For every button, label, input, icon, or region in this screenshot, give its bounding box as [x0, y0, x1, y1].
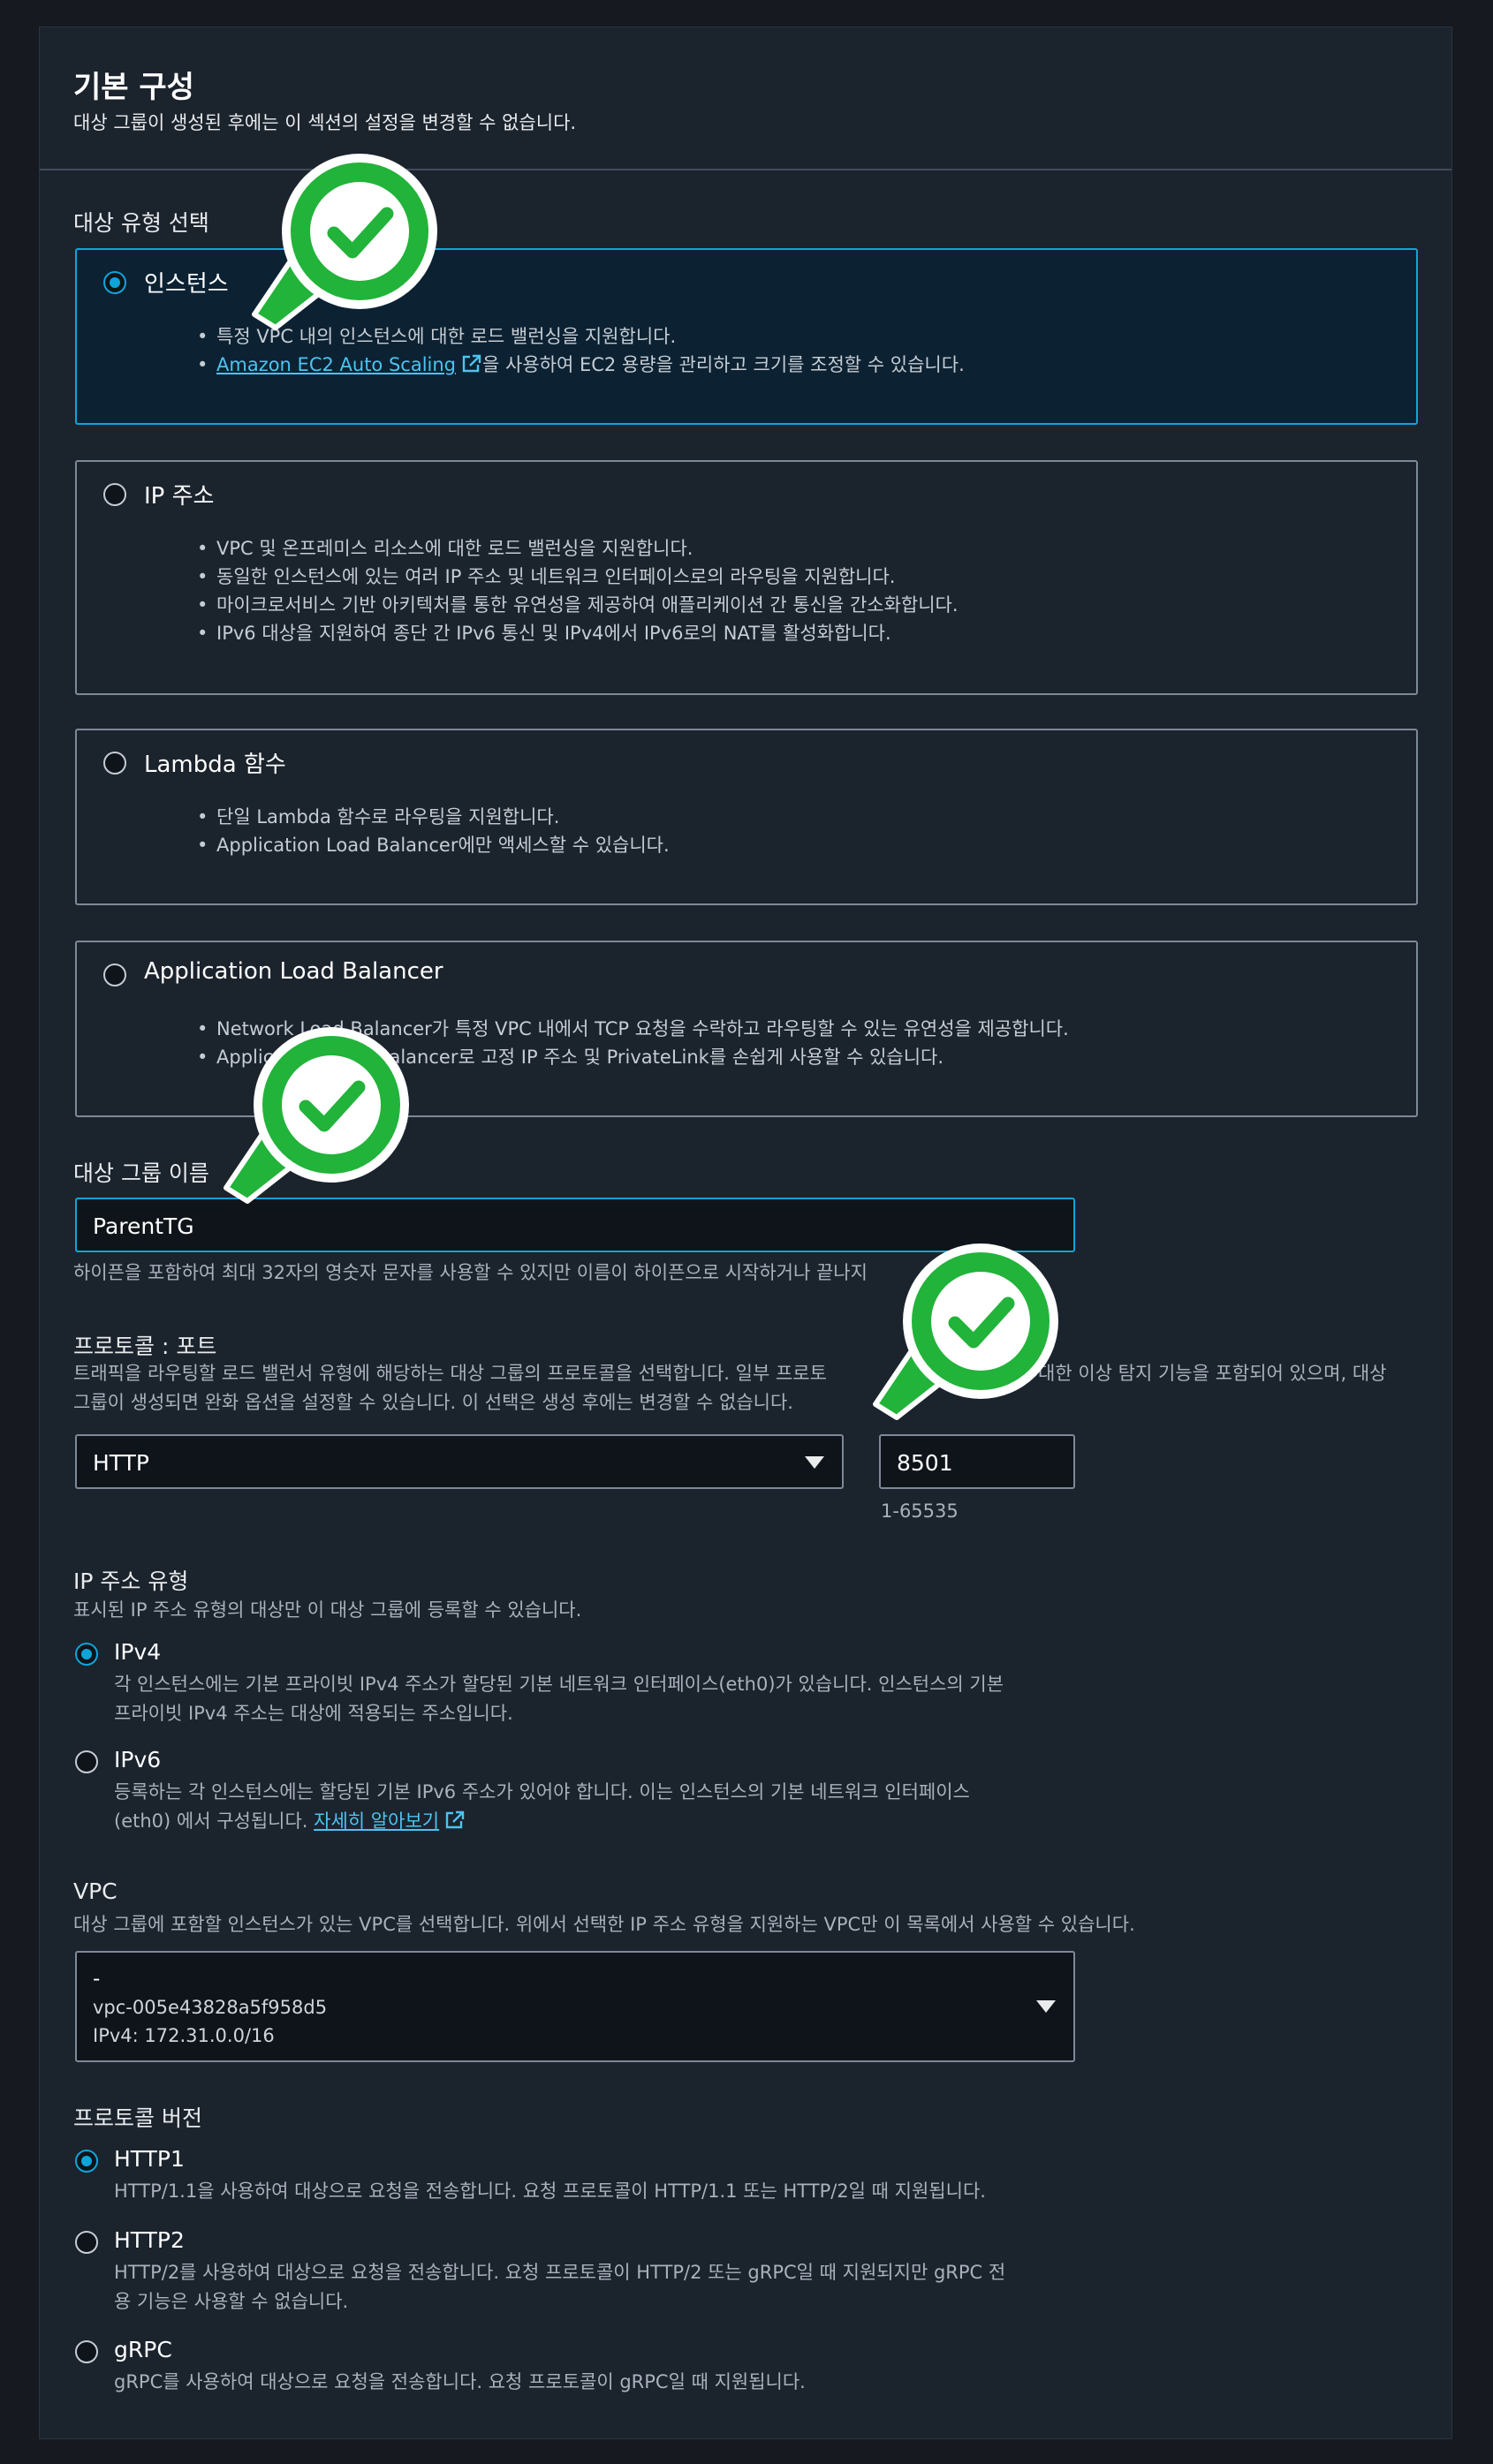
card-title-ip: IP 주소 — [144, 483, 215, 510]
radio-http2[interactable] — [75, 2231, 98, 2254]
protocol-port-hint-1: 트래픽을 라우팅할 로드 밸런서 유형에 해당하는 대상 그룹의 프로토콜을 선… — [73, 1363, 827, 1384]
radio-ipv4[interactable] — [75, 1643, 98, 1666]
vpc-label: VPC — [73, 1878, 117, 1904]
protocol-port-label: 프로토콜 : 포트 — [73, 1334, 217, 1359]
target-group-name-label: 대상 그룹 이름 — [73, 1160, 209, 1186]
card-title-alb: Application Load Balancer — [144, 958, 443, 985]
target-type-card-lambda[interactable]: Lambda 함수 단일 Lambda 함수로 라우팅을 지원합니다. Appl… — [75, 729, 1418, 905]
basic-config-panel: 기본 구성 대상 그룹이 생성된 후에는 이 섹션의 설정을 변경할 수 없습니… — [39, 26, 1452, 2439]
bullet: 동일한 인스턴스에 있는 여러 IP 주소 및 네트워크 인터페이스로의 라우팅… — [197, 563, 959, 591]
vpc-select[interactable]: - vpc-005e43828a5f958d5 IPv4: 172.31.0.0… — [75, 1951, 1075, 2062]
bullet: 단일 Lambda 함수로 라우팅을 지원합니다. — [197, 803, 670, 831]
port-range-hint: 1-65535 — [881, 1500, 959, 1522]
protocol-version-label: 프로토콜 버전 — [73, 2105, 202, 2131]
ipv6-title: IPv6 — [114, 1747, 162, 1772]
bullet: IPv6 대상을 지원하여 종단 간 IPv6 통신 및 IPv4에서 IPv6… — [197, 619, 959, 647]
external-link-icon[interactable] — [461, 354, 482, 374]
http1-title: HTTP1 — [114, 2146, 185, 2172]
ip-type-label: IP 주소 유형 — [73, 1568, 189, 1594]
http2-desc-2: 용 기능은 사용할 수 없습니다. — [114, 2291, 349, 2312]
radio-alb[interactable] — [103, 964, 126, 986]
page-subtitle: 대상 그룹이 생성된 후에는 이 섹션의 설정을 변경할 수 없습니다. — [73, 112, 577, 133]
learn-more-link[interactable]: 자세히 알아보기 — [314, 1810, 439, 1832]
vpc-cidr: IPv4: 172.31.0.0/16 — [93, 2025, 275, 2046]
bullet: 마이크로서비스 기반 아키텍처를 통한 유연성을 제공하여 애플리케이션 간 통… — [197, 591, 959, 619]
radio-http1[interactable] — [75, 2150, 98, 2173]
protocol-port-hint-2: 그룹이 생성되면 완화 옵션을 설정할 수 있습니다. 이 선택은 생성 후에는… — [73, 1392, 793, 1413]
radio-grpc[interactable] — [75, 2340, 98, 2363]
http2-desc-1: HTTP/2를 사용하여 대상으로 요청을 전송합니다. 요청 프로토콜이 HT… — [114, 2262, 1006, 2283]
ipv4-desc-1: 각 인스턴스에는 기본 프라이빗 IPv4 주소가 할당된 기본 네트워크 인터… — [114, 1674, 1004, 1695]
caret-down-icon — [1036, 2000, 1056, 2013]
vpc-id: vpc-005e43828a5f958d5 — [93, 1997, 328, 2018]
bullet: Application Load Balancer에만 액세스할 수 있습니다. — [197, 831, 670, 859]
radio-ip[interactable] — [103, 483, 126, 506]
port-input[interactable]: 8501 — [879, 1434, 1075, 1489]
protocol-port-hint-1b: 대한 이상 탐지 기능을 포함되어 있으며, 대상 — [1038, 1363, 1387, 1384]
page-title: 기본 구성 — [73, 70, 194, 105]
card-title-instance: 인스턴스 — [144, 271, 229, 298]
bullet-autoscaling: Amazon EC2 Auto Scaling 을 사용하여 EC2 용량을 관리… — [197, 351, 965, 379]
radio-lambda[interactable] — [103, 752, 126, 775]
bullet: VPC 및 온프레미스 리소스에 대한 로드 밸런싱을 지원합니다. — [197, 534, 959, 563]
vpc-name: - — [93, 1968, 101, 1991]
protocol-select[interactable]: HTTP — [75, 1434, 844, 1489]
check-badge-icon — [224, 1027, 409, 1204]
vpc-hint: 대상 그룹에 포함할 인스턴스가 있는 VPC를 선택합니다. 위에서 선택한 … — [73, 1914, 1135, 1935]
ipv6-desc-1: 등록하는 각 인스턴스에는 할당된 기본 IPv6 주소가 있어야 합니다. 이… — [114, 1781, 970, 1803]
autoscaling-suffix: 을 사용하여 EC2 용량을 관리하고 크기를 조정할 수 있습니다. — [482, 354, 965, 375]
card-title-lambda: Lambda 함수 — [144, 752, 286, 778]
caret-down-icon — [805, 1456, 824, 1469]
ipv6-desc-2-text: (eth0) 에서 구성됩니다. — [114, 1810, 308, 1832]
grpc-title: gRPC — [114, 2337, 172, 2362]
autoscaling-link[interactable]: Amazon EC2 Auto Scaling — [216, 354, 456, 375]
radio-instance[interactable] — [103, 271, 126, 294]
http2-title: HTTP2 — [114, 2227, 185, 2253]
target-type-card-ip[interactable]: IP 주소 VPC 및 온프레미스 리소스에 대한 로드 밸런싱을 지원합니다.… — [75, 460, 1418, 695]
grpc-desc: gRPC를 사용하여 대상으로 요청을 전송합니다. 요청 프로토콜이 gRPC… — [114, 2371, 806, 2392]
protocol-value: HTTP — [93, 1450, 149, 1476]
target-type-label: 대상 유형 선택 — [73, 210, 209, 236]
http1-desc: HTTP/1.1을 사용하여 대상으로 요청을 전송합니다. 요청 프로토콜이 … — [114, 2181, 986, 2202]
ip-type-hint: 표시된 IP 주소 유형의 대상만 이 대상 그룹에 등록할 수 있습니다. — [73, 1599, 582, 1621]
check-badge-icon — [252, 154, 437, 330]
target-group-name-hint: 하이픈을 포함하여 최대 32자의 영숫자 문자를 사용할 수 있지만 이름이 … — [73, 1262, 868, 1283]
check-badge-icon — [873, 1243, 1058, 1420]
ipv4-title: IPv4 — [114, 1639, 162, 1665]
radio-ipv6[interactable] — [75, 1750, 98, 1773]
external-link-icon[interactable] — [444, 1810, 466, 1830]
ipv6-desc-2: (eth0) 에서 구성됩니다. 자세히 알아보기 — [114, 1807, 1112, 1836]
ipv4-desc-2: 프라이빗 IPv4 주소는 대상에 적용되는 주소입니다. — [114, 1703, 513, 1724]
